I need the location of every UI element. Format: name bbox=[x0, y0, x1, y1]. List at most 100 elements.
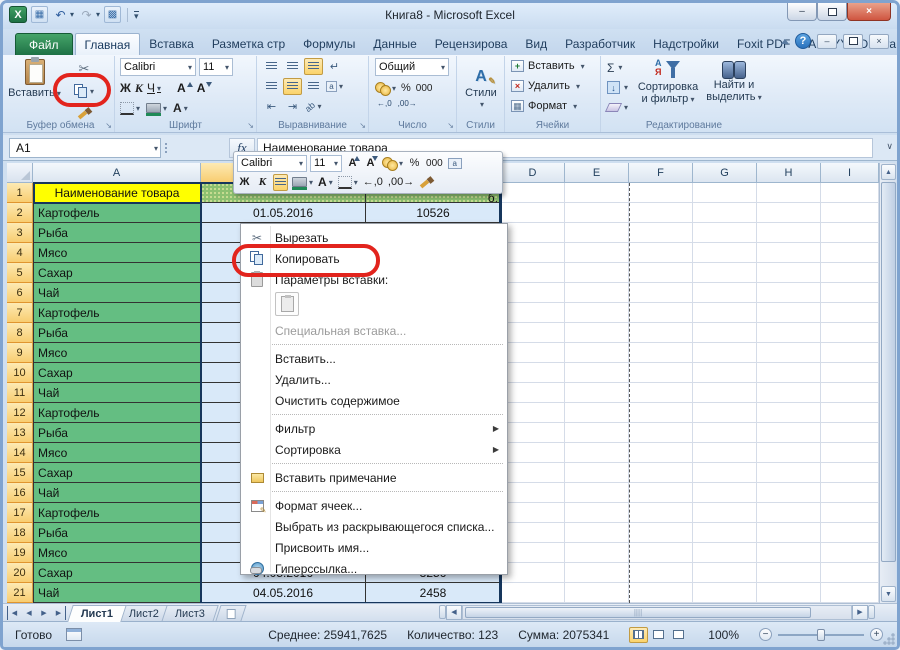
menu-item-18[interactable]: Гиперссылка... bbox=[241, 558, 507, 579]
align-middle-button[interactable] bbox=[283, 58, 302, 75]
clear-button[interactable] bbox=[607, 99, 628, 116]
cell-A1[interactable]: Наименование товара bbox=[33, 183, 201, 203]
comma-style-button[interactable]: 000 bbox=[416, 79, 433, 97]
close-button[interactable]: × bbox=[847, 3, 891, 21]
ribbon-tab-1[interactable]: Главная bbox=[75, 33, 141, 55]
increase-decimal-button[interactable]: ←,0 bbox=[377, 99, 392, 108]
column-header-G[interactable]: G bbox=[693, 163, 757, 183]
cell-E12[interactable] bbox=[565, 403, 629, 423]
cell-I10[interactable] bbox=[821, 363, 879, 383]
cell-A17[interactable]: Картофель bbox=[33, 503, 201, 523]
row-header-6[interactable]: 6 bbox=[7, 283, 33, 303]
cell-E15[interactable] bbox=[565, 463, 629, 483]
cell-D4[interactable] bbox=[501, 243, 565, 263]
cell-D17[interactable] bbox=[501, 503, 565, 523]
cell-D5[interactable] bbox=[501, 263, 565, 283]
resize-grip-icon[interactable] bbox=[883, 633, 895, 645]
increase-font-button[interactable]: А bbox=[177, 81, 193, 95]
cell-I1[interactable] bbox=[821, 183, 879, 203]
row-header-5[interactable]: 5 bbox=[7, 263, 33, 283]
macro-record-icon[interactable] bbox=[66, 628, 82, 641]
cell-A18[interactable]: Рыба bbox=[33, 523, 201, 543]
cell-H13[interactable] bbox=[757, 423, 821, 443]
cell-I4[interactable] bbox=[821, 243, 879, 263]
column-header-D[interactable]: D bbox=[501, 163, 565, 183]
cell-H11[interactable] bbox=[757, 383, 821, 403]
page-layout-view-button[interactable] bbox=[649, 627, 668, 643]
minibar-font-color-button[interactable]: А bbox=[317, 174, 334, 191]
cell-I14[interactable] bbox=[821, 443, 879, 463]
cell-A4[interactable]: Мясо bbox=[33, 243, 201, 263]
number-dialog-launcher-icon[interactable]: ↘ bbox=[447, 122, 454, 130]
row-header-16[interactable]: 16 bbox=[7, 483, 33, 503]
align-right-button[interactable] bbox=[304, 78, 323, 95]
cell-A14[interactable]: Мясо bbox=[33, 443, 201, 463]
borders-button[interactable] bbox=[120, 99, 140, 117]
autosum-button[interactable]: Σ bbox=[607, 59, 628, 76]
cell-A12[interactable]: Картофель bbox=[33, 403, 201, 423]
cell-H10[interactable] bbox=[757, 363, 821, 383]
window-split-handle[interactable] bbox=[868, 605, 875, 619]
cell-E3[interactable] bbox=[565, 223, 629, 243]
minibar-merge-button[interactable]: a bbox=[447, 155, 463, 172]
vertical-scrollbar[interactable]: ▲▼ bbox=[879, 163, 896, 603]
name-box-splitter[interactable] bbox=[165, 143, 170, 153]
cell-I11[interactable] bbox=[821, 383, 879, 403]
scroll-down-button[interactable]: ▼ bbox=[881, 586, 896, 602]
cell-H12[interactable] bbox=[757, 403, 821, 423]
row-header-14[interactable]: 14 bbox=[7, 443, 33, 463]
last-sheet-button[interactable]: ▶ bbox=[52, 606, 66, 620]
cell-D21[interactable] bbox=[501, 583, 565, 603]
cell-G4[interactable] bbox=[693, 243, 757, 263]
column-header-H[interactable]: H bbox=[757, 163, 821, 183]
cell-A6[interactable]: Чай bbox=[33, 283, 201, 303]
cell-A10[interactable]: Сахар bbox=[33, 363, 201, 383]
horizontal-scroll-thumb[interactable] bbox=[465, 607, 811, 618]
cell-D12[interactable] bbox=[501, 403, 565, 423]
cell-I17[interactable] bbox=[821, 503, 879, 523]
name-box-dropdown-icon[interactable]: ▾ bbox=[154, 144, 158, 153]
cell-G6[interactable] bbox=[693, 283, 757, 303]
scroll-right-button[interactable]: ▶ bbox=[852, 605, 868, 620]
copy-button[interactable] bbox=[65, 82, 103, 100]
row-header-9[interactable]: 9 bbox=[7, 343, 33, 363]
cell-F16[interactable] bbox=[629, 483, 693, 503]
cell-D7[interactable] bbox=[501, 303, 565, 323]
cell-D20[interactable] bbox=[501, 563, 565, 583]
cell-H16[interactable] bbox=[757, 483, 821, 503]
column-header-A[interactable]: A bbox=[33, 163, 201, 183]
cell-G15[interactable] bbox=[693, 463, 757, 483]
fill-button[interactable]: ↓ bbox=[607, 79, 628, 96]
cell-E1[interactable] bbox=[565, 183, 629, 203]
row-header-11[interactable]: 11 bbox=[7, 383, 33, 403]
cell-D19[interactable] bbox=[501, 543, 565, 563]
cell-E7[interactable] bbox=[565, 303, 629, 323]
minibar-decrease-decimal-button[interactable]: ,00→ bbox=[387, 174, 415, 191]
row-header-18[interactable]: 18 bbox=[7, 523, 33, 543]
cell-A21[interactable]: Чай bbox=[33, 583, 201, 603]
cell-B2[interactable]: 01.05.2016 bbox=[201, 203, 366, 223]
ribbon-tab-6[interactable]: Рецензирова bbox=[426, 33, 517, 55]
cell-G12[interactable] bbox=[693, 403, 757, 423]
scroll-left-button[interactable]: ◀ bbox=[446, 605, 462, 620]
zoom-out-button[interactable]: − bbox=[759, 628, 772, 641]
align-center-button[interactable] bbox=[283, 78, 302, 95]
cell-G11[interactable] bbox=[693, 383, 757, 403]
cell-G5[interactable] bbox=[693, 263, 757, 283]
cell-F1[interactable] bbox=[629, 183, 693, 203]
cell-F5[interactable] bbox=[629, 263, 693, 283]
cell-H14[interactable] bbox=[757, 443, 821, 463]
row-header-12[interactable]: 12 bbox=[7, 403, 33, 423]
cell-E11[interactable] bbox=[565, 383, 629, 403]
page-break-view-button[interactable] bbox=[669, 627, 688, 643]
zoom-in-button[interactable]: + bbox=[870, 628, 883, 641]
cell-I2[interactable] bbox=[821, 203, 879, 223]
align-bottom-button[interactable] bbox=[304, 58, 323, 75]
cell-E9[interactable] bbox=[565, 343, 629, 363]
column-header-E[interactable]: E bbox=[565, 163, 629, 183]
minibar-font-select[interactable]: Calibri bbox=[237, 155, 307, 172]
ribbon-tab-8[interactable]: Разработчик bbox=[556, 33, 644, 55]
menu-item-16[interactable]: Выбрать из раскрывающегося списка... bbox=[241, 516, 507, 537]
cell-F21[interactable] bbox=[629, 583, 693, 603]
minibar-italic-button[interactable]: К bbox=[255, 174, 270, 191]
